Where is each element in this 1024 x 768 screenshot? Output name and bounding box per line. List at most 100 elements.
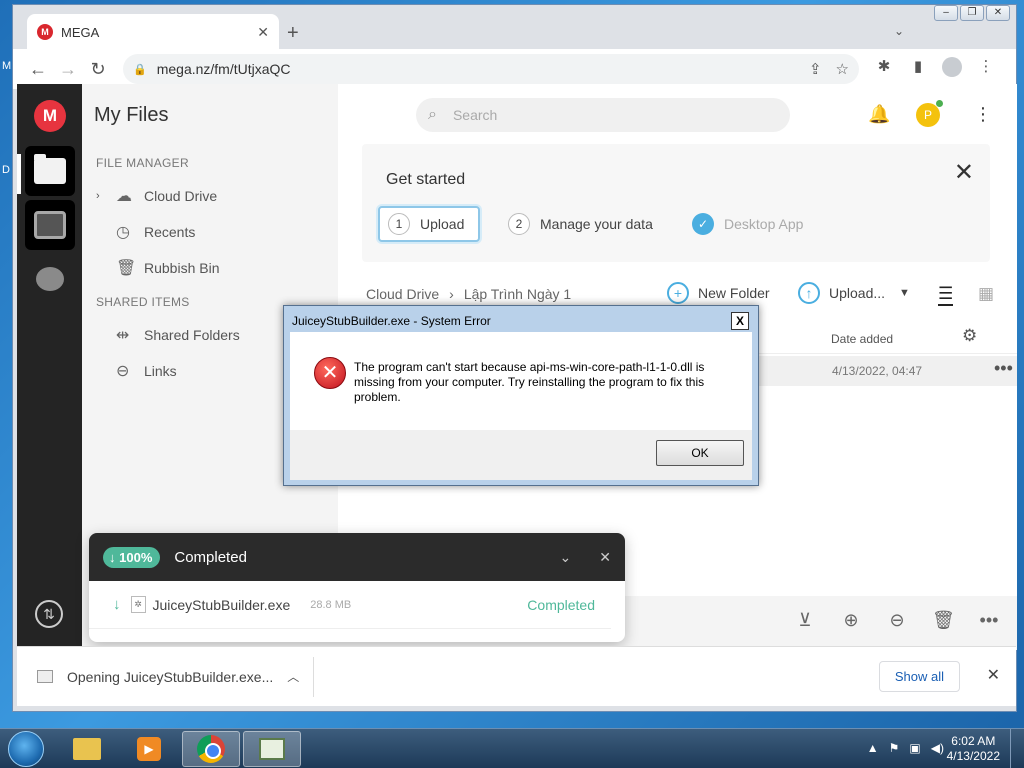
step-manage-data[interactable]: 2 Manage your data (508, 206, 653, 242)
show-all-button[interactable]: Show all (878, 661, 960, 692)
error-message: The program can't start because api-ms-w… (354, 360, 705, 404)
desktop-icon-label: D (2, 164, 10, 176)
sidebar-item-links[interactable]: ⊖ Links (116, 361, 177, 381)
file-manager-label: FILE MANAGER (96, 156, 189, 170)
step-upload[interactable]: 1 Upload (378, 206, 481, 242)
divider (313, 656, 315, 697)
sidebar-item-rubbish-bin[interactable]: 🗑 Rubbish Bin (116, 258, 220, 278)
ok-button[interactable]: OK (656, 440, 744, 466)
tab-title: MEGA (61, 24, 100, 40)
download-shelf: Opening JuiceyStubBuilder.exe... ︿ Show … (17, 646, 1016, 706)
chevron-right-icon[interactable]: › (96, 190, 116, 202)
tray-expand-icon[interactable]: ▲ (867, 741, 879, 755)
search-icon: ⌕ (428, 106, 437, 123)
download-icon[interactable]: ⊻ (794, 610, 816, 631)
error-icon: ✕ (314, 357, 346, 389)
step-label: Desktop App (724, 216, 804, 232)
toolbar-right: ✱ ▮ ⋮ (871, 57, 999, 81)
get-started-title: Get started (386, 171, 466, 188)
tab-mega[interactable]: M MEGA ✕ (27, 14, 279, 50)
reload-icon[interactable]: ↻ (83, 59, 113, 80)
volume-icon[interactable]: ◀) (931, 741, 944, 755)
share-icon[interactable]: ⇪ (809, 60, 822, 78)
explorer-taskbar-icon[interactable] (58, 731, 116, 767)
start-button-icon[interactable] (8, 731, 44, 767)
tab-close-icon[interactable]: ✕ (257, 24, 269, 41)
app-taskbar-icon[interactable] (243, 731, 301, 767)
lock-icon[interactable]: 🔒 (133, 63, 147, 76)
tab-search-chevron-icon[interactable]: ⌄ (894, 24, 904, 38)
grid-view-icon[interactable]: ▦ (978, 284, 994, 304)
transfer-row[interactable]: ↓ ✲ JuiceyStubBuilder.exe 28.8 MB Comple… (89, 581, 611, 629)
new-tab-icon[interactable]: + (287, 22, 299, 45)
back-icon[interactable]: ← (23, 59, 53, 80)
mega-logo-icon[interactable]: M (34, 100, 66, 132)
transfer-header: ↓ 100% Completed ⌄ ✕ (89, 533, 625, 581)
close-icon[interactable]: ✕ (987, 665, 1000, 685)
avatar[interactable]: P (916, 103, 940, 127)
list-view-icon[interactable]: ☰ (938, 284, 954, 306)
sidebar-item-label: Recents (144, 224, 196, 240)
more-options-icon[interactable]: ••• (994, 358, 1013, 379)
new-folder-button[interactable]: + New Folder (667, 282, 770, 304)
forward-icon[interactable]: → (53, 59, 83, 80)
close-icon[interactable]: ✕ (599, 549, 611, 566)
download-item-text[interactable]: Opening JuiceyStubBuilder.exe... (67, 669, 273, 685)
photos-nav-icon[interactable] (25, 200, 75, 250)
address-bar[interactable]: 🔒 mega.nz/fm/tUtjxaQC ⇪ ☆ (123, 54, 859, 84)
sidebar-item-shared-folders[interactable]: ⇹ Shared Folders (116, 325, 240, 345)
search-placeholder: Search (452, 107, 498, 123)
desktop-icon-label: M (2, 60, 12, 72)
extensions-icon[interactable]: ✱ (871, 57, 897, 81)
cloud-icon: ☁ (116, 188, 132, 205)
trash-icon[interactable]: 🗑 (932, 610, 955, 631)
more-menu-icon[interactable]: ⋮ (974, 104, 992, 125)
breadcrumb-current[interactable]: Lập Trình Ngày 1 (464, 286, 571, 302)
sidebar-item-label: Cloud Drive (144, 188, 218, 204)
side-panel-icon[interactable]: ▮ (905, 57, 931, 81)
cloud-drive-nav-icon[interactable] (25, 146, 75, 196)
step-desktop-app[interactable]: ✓ Desktop App (692, 206, 803, 242)
dialog-close-button[interactable]: X (731, 312, 749, 330)
breadcrumb: Cloud Drive › Lập Trình Ngày 1 (366, 286, 571, 302)
url-text[interactable]: mega.nz/fm/tUtjxaQC (157, 61, 795, 77)
system-tray: ▲ ⚑ ▣ ◀) (867, 741, 944, 755)
notifications-bell-icon[interactable]: 🔔 (868, 104, 890, 125)
breadcrumb-root[interactable]: Cloud Drive (366, 286, 439, 302)
window-controls: – ❐ ✕ (934, 5, 1010, 21)
action-center-icon[interactable]: ⚑ (889, 741, 900, 755)
sidebar-item-cloud-drive[interactable]: › ☁ Cloud Drive (96, 186, 217, 206)
minimize-icon[interactable]: – (934, 5, 958, 21)
close-icon[interactable]: ✕ (986, 5, 1010, 21)
chat-nav-icon[interactable] (25, 254, 75, 304)
chevron-up-icon[interactable]: ︿ (287, 668, 299, 685)
restore-icon[interactable]: ❐ (960, 5, 984, 21)
transfer-title: Completed (174, 548, 247, 566)
step-number: 1 (388, 213, 410, 235)
network-icon[interactable]: ▣ (909, 741, 920, 755)
media-player-taskbar-icon[interactable]: ▶ (120, 731, 178, 767)
new-folder-label: New Folder (698, 285, 770, 301)
more-options-icon[interactable]: ••• (978, 610, 1000, 631)
upload-button[interactable]: ↑ Upload... ▼ (798, 282, 910, 304)
bookmark-star-icon[interactable]: ☆ (836, 60, 849, 78)
rail-active-indicator (17, 154, 21, 194)
progress-badge: ↓ 100% (103, 546, 161, 568)
page-title: My Files (94, 104, 169, 126)
profile-icon[interactable] (939, 57, 965, 81)
close-icon[interactable]: ✕ (954, 158, 974, 187)
chrome-taskbar-icon[interactable] (182, 731, 240, 767)
clock-icon: ◷ (116, 224, 130, 241)
browser-menu-icon[interactable]: ⋮ (973, 57, 999, 81)
clock-time: 6:02 AM (951, 734, 996, 748)
show-desktop-button[interactable] (1010, 729, 1024, 768)
clock[interactable]: 6:02 AM 4/13/2022 (947, 734, 1000, 764)
link-icon[interactable]: ⊖ (886, 610, 908, 631)
sidebar-item-recents[interactable]: ◷ Recents (116, 222, 195, 242)
gear-icon[interactable]: ⚙ (962, 326, 977, 346)
search-input[interactable]: ⌕ Search (416, 98, 790, 132)
chevron-down-icon[interactable]: ⌄ (560, 549, 572, 566)
transfer-manager-icon[interactable]: ⇅ (35, 600, 63, 628)
share-link-icon[interactable]: ⊕ (840, 610, 862, 631)
date-added-header[interactable]: Date added (831, 332, 893, 346)
